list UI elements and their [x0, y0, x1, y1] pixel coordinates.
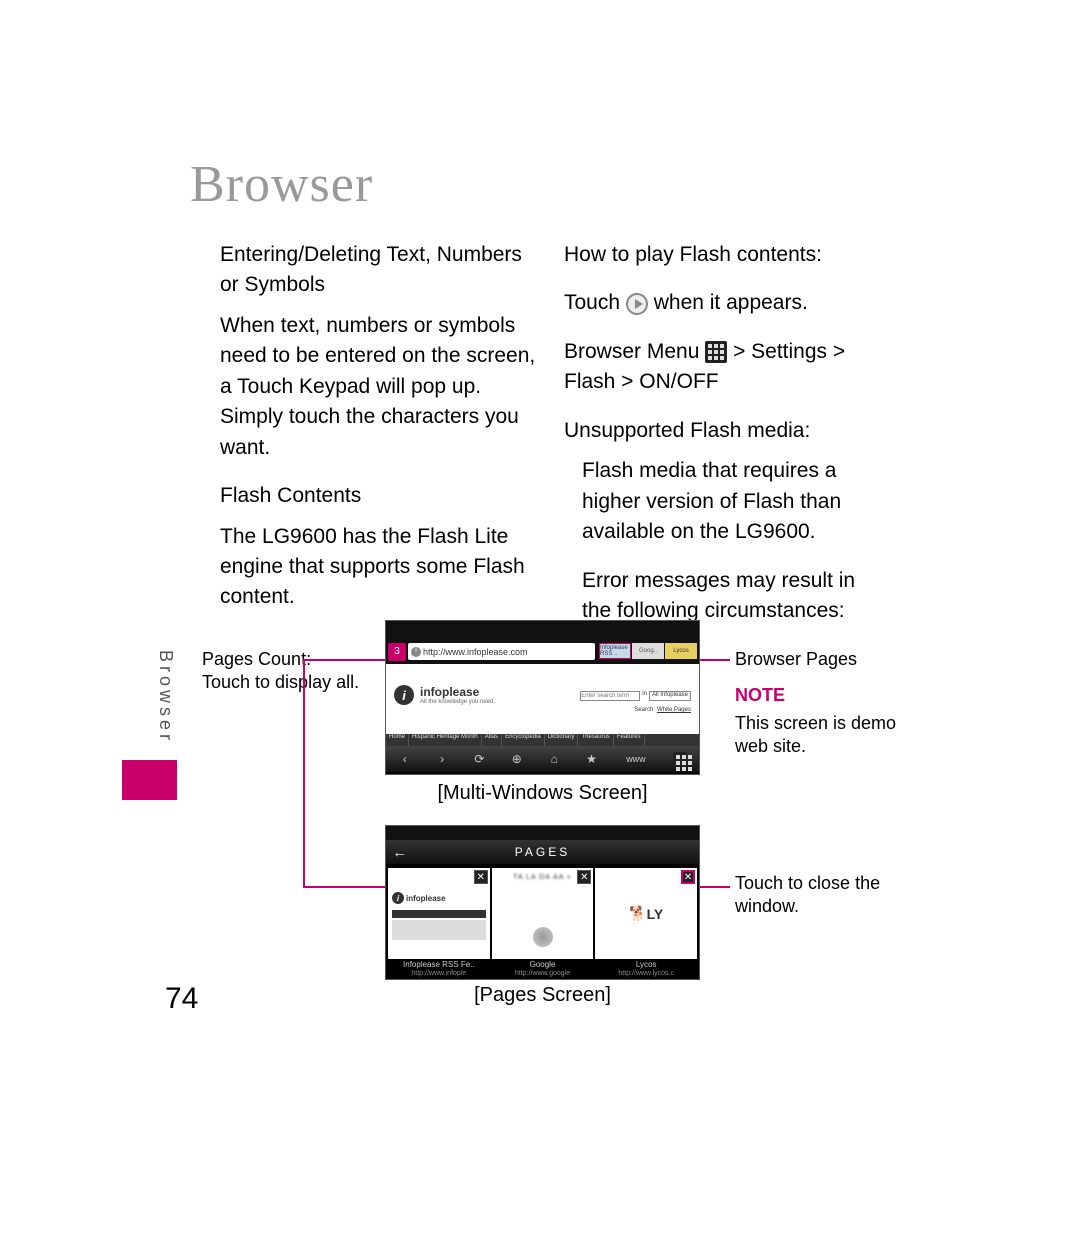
callout-line [303, 660, 305, 886]
page-name: Google [492, 959, 594, 970]
heading-entering-text: Entering/Deleting Text, Numbers or Symbo… [220, 240, 540, 301]
manual-page: Browser Entering/Deleting Text, Numbers … [0, 0, 1080, 1234]
menu-prefix: Browser Menu [564, 340, 705, 363]
chapter-title: Browser [190, 155, 373, 214]
page-thumbs: Infoplease RSS .. Goog.. Lycos [599, 643, 697, 660]
status-bar [386, 621, 699, 639]
touch-suffix: when it appears. [654, 291, 808, 314]
line-touch-play: Touch when it appears. [564, 288, 884, 318]
pages-count-button[interactable]: 3 [388, 643, 406, 661]
tab-thumb[interactable]: Lycos [665, 643, 697, 659]
nav-item[interactable]: Thesaurus [578, 734, 613, 746]
zoom-button[interactable]: ⊕ [504, 750, 530, 768]
page-url: http://www.lycos.c [595, 970, 697, 977]
para-flash-version: Flash media that requires a higher versi… [564, 456, 884, 547]
nav-item[interactable]: Dictionary [545, 734, 579, 746]
page-card[interactable]: TA LA DA AA » ✕ Google http://www.google [492, 868, 594, 977]
page-card[interactable]: 🐕 LY ✕ Lycos http://www.lycos.c [595, 868, 697, 977]
url-row: 3 i http://www.infoplease.com Infoplease… [386, 639, 699, 664]
callout-line [303, 886, 391, 888]
back-button[interactable]: ‹ [392, 750, 418, 768]
note-text: This screen is demo web site. [735, 712, 915, 759]
www-button[interactable]: www [616, 750, 656, 768]
right-column: How to play Flash contents: Touch when i… [564, 240, 884, 644]
touch-prefix: Touch [564, 291, 626, 314]
web-content: i infoplease All the knowledge you need.… [386, 664, 699, 734]
close-icon[interactable]: ✕ [577, 870, 591, 884]
forward-button[interactable]: › [429, 750, 455, 768]
para-keypad: When text, numbers or symbols need to be… [220, 311, 540, 463]
lycos-text: LY [647, 906, 664, 922]
tab-thumb[interactable]: Goog.. [632, 643, 664, 659]
page-url: http://www.google [492, 970, 594, 977]
nav-item[interactable]: Hispanic Heritage Month [409, 734, 482, 746]
search-row: in All Infoplease [580, 691, 691, 701]
label-browser-pages: Browser Pages [735, 648, 857, 671]
site-nav-tabs: Home Hispanic Heritage Month Atlas Encyc… [386, 734, 699, 746]
close-icon[interactable]: ✕ [681, 870, 695, 884]
caption-pages: [Pages Screen] [385, 984, 700, 1007]
search-scope[interactable]: All Infoplease [649, 691, 691, 701]
bookmark-button[interactable]: ★ [579, 750, 605, 768]
caption-multi-windows: [Multi-Windows Screen] [385, 782, 700, 805]
page-name: Infoplease RSS Fe.. [388, 959, 490, 970]
nav-item[interactable]: Home [386, 734, 409, 746]
para-error-msgs: Error messages may result in the followi… [564, 566, 884, 627]
page-name: Lycos [595, 959, 697, 970]
white-pages-link[interactable]: White Pages [657, 707, 691, 713]
line-howto: How to play Flash contents: [564, 240, 884, 270]
page-url: http://www.infople [388, 970, 490, 977]
browser-toolbar: ‹ › ⟳ ⊕ ⌂ ★ www [386, 746, 699, 772]
home-button[interactable]: ⌂ [541, 750, 567, 768]
tab-thumb[interactable]: Infoplease RSS .. [599, 643, 631, 659]
side-tab: Browser [155, 650, 176, 744]
para-flash-lite: The LG9600 has the Flash Lite engine tha… [220, 522, 540, 613]
screenshot-multi-windows: 3 i http://www.infoplease.com Infoplease… [385, 620, 700, 775]
label-close-window: Touch to close the window. [735, 872, 905, 919]
status-bar [386, 826, 699, 840]
nav-item[interactable]: Features [614, 734, 645, 746]
heading-unsupported: Unsupported Flash media: [564, 416, 884, 446]
infoplease-icon: i [392, 892, 404, 904]
page-card[interactable]: i infoplease ✕ Infoplease RSS Fe.. http:… [388, 868, 490, 977]
heading-flash-contents: Flash Contents [220, 481, 540, 511]
url-box[interactable]: i http://www.infoplease.com [408, 643, 595, 660]
pages-thumbs: i infoplease ✕ Infoplease RSS Fe.. http:… [386, 864, 699, 979]
line-browser-menu: Browser Menu > Settings > Flash > ON/OFF [564, 337, 884, 398]
close-icon[interactable]: ✕ [474, 870, 488, 884]
menu-grid-icon [705, 341, 727, 363]
url-text: http://www.infoplease.com [423, 647, 528, 657]
nav-item[interactable]: Encyclopedia [502, 734, 545, 746]
menu-button[interactable] [667, 750, 693, 768]
side-color-block [122, 760, 177, 800]
pages-title: PAGES [416, 845, 699, 859]
back-button[interactable]: ← [386, 844, 416, 860]
site-logo-text: infoplease [420, 685, 495, 699]
page-number: 74 [165, 982, 198, 1016]
pages-titlebar: ← PAGES [386, 840, 699, 864]
callout-line [303, 659, 391, 661]
reload-button[interactable]: ⟳ [466, 750, 492, 768]
infoplease-icon: i [394, 685, 414, 705]
site-tagline: All the knowledge you need. [420, 699, 495, 705]
callout-line [700, 659, 730, 661]
screenshot-pages: ← PAGES i infoplease ✕ Infoplease RSS Fe… [385, 825, 700, 980]
lycos-dog-icon: 🐕 [629, 905, 646, 922]
note-label: NOTE [735, 684, 785, 707]
left-column: Entering/Deleting Text, Numbers or Symbo… [220, 240, 540, 631]
search-input[interactable] [580, 691, 640, 701]
play-icon [626, 293, 648, 315]
info-icon: i [411, 647, 421, 657]
label-pages-count: Pages Count: Touch to display all. [202, 648, 359, 695]
nav-item[interactable]: Atlas [482, 734, 502, 746]
